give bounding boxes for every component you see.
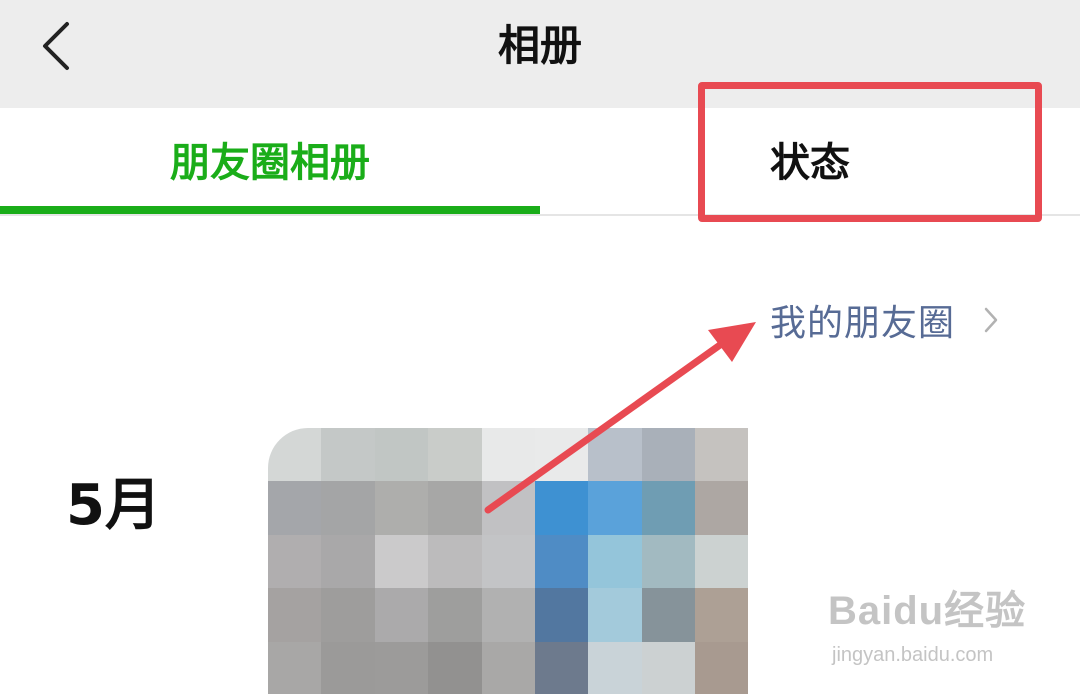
- pixelated-image: [268, 428, 748, 694]
- active-tab-indicator: [0, 206, 540, 214]
- my-moments-link[interactable]: 我的朋友圈: [770, 290, 999, 350]
- chevron-right-icon: [983, 306, 999, 334]
- photo-thumbnail[interactable]: [268, 428, 748, 694]
- tab-status[interactable]: 状态: [540, 108, 1080, 214]
- my-moments-label: 我的朋友圈: [770, 303, 956, 344]
- month-label: 5月: [66, 473, 161, 538]
- album-page: 相册 朋友圈相册 状态 我的朋友圈 5月 Baidu经验 jingyan.bai…: [0, 0, 1080, 694]
- tab-moments-album[interactable]: 朋友圈相册: [0, 108, 540, 214]
- tab-bar: 朋友圈相册 状态: [0, 108, 1080, 216]
- watermark-brand: Baidu经验: [828, 589, 1027, 633]
- watermark-url: jingyan.baidu.com: [832, 644, 994, 666]
- watermark: Baidu经验 jingyan.baidu.com: [828, 578, 1068, 674]
- page-title: 相册: [497, 21, 582, 70]
- title-bar: 相册: [0, 0, 1080, 108]
